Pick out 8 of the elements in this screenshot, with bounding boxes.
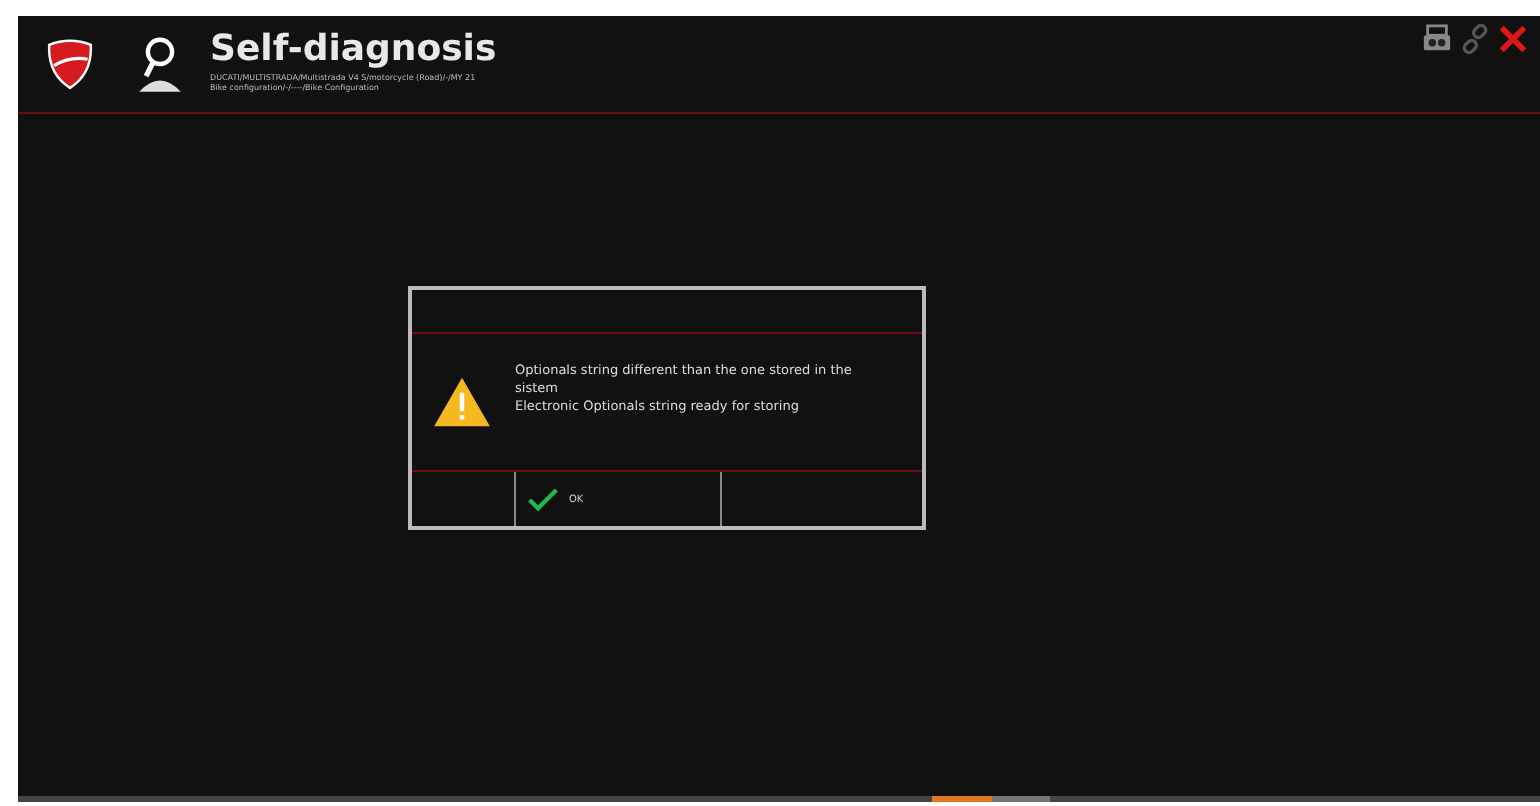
link-icon[interactable] — [1460, 24, 1490, 54]
shield-logo-icon — [46, 38, 94, 90]
close-icon[interactable] — [1498, 24, 1528, 54]
magnifier-icon — [134, 34, 186, 94]
printer-icon[interactable] — [1422, 24, 1452, 54]
warning-icon — [431, 376, 491, 428]
page-title: Self-diagnosis — [210, 28, 499, 72]
checkmark-icon — [527, 487, 557, 511]
